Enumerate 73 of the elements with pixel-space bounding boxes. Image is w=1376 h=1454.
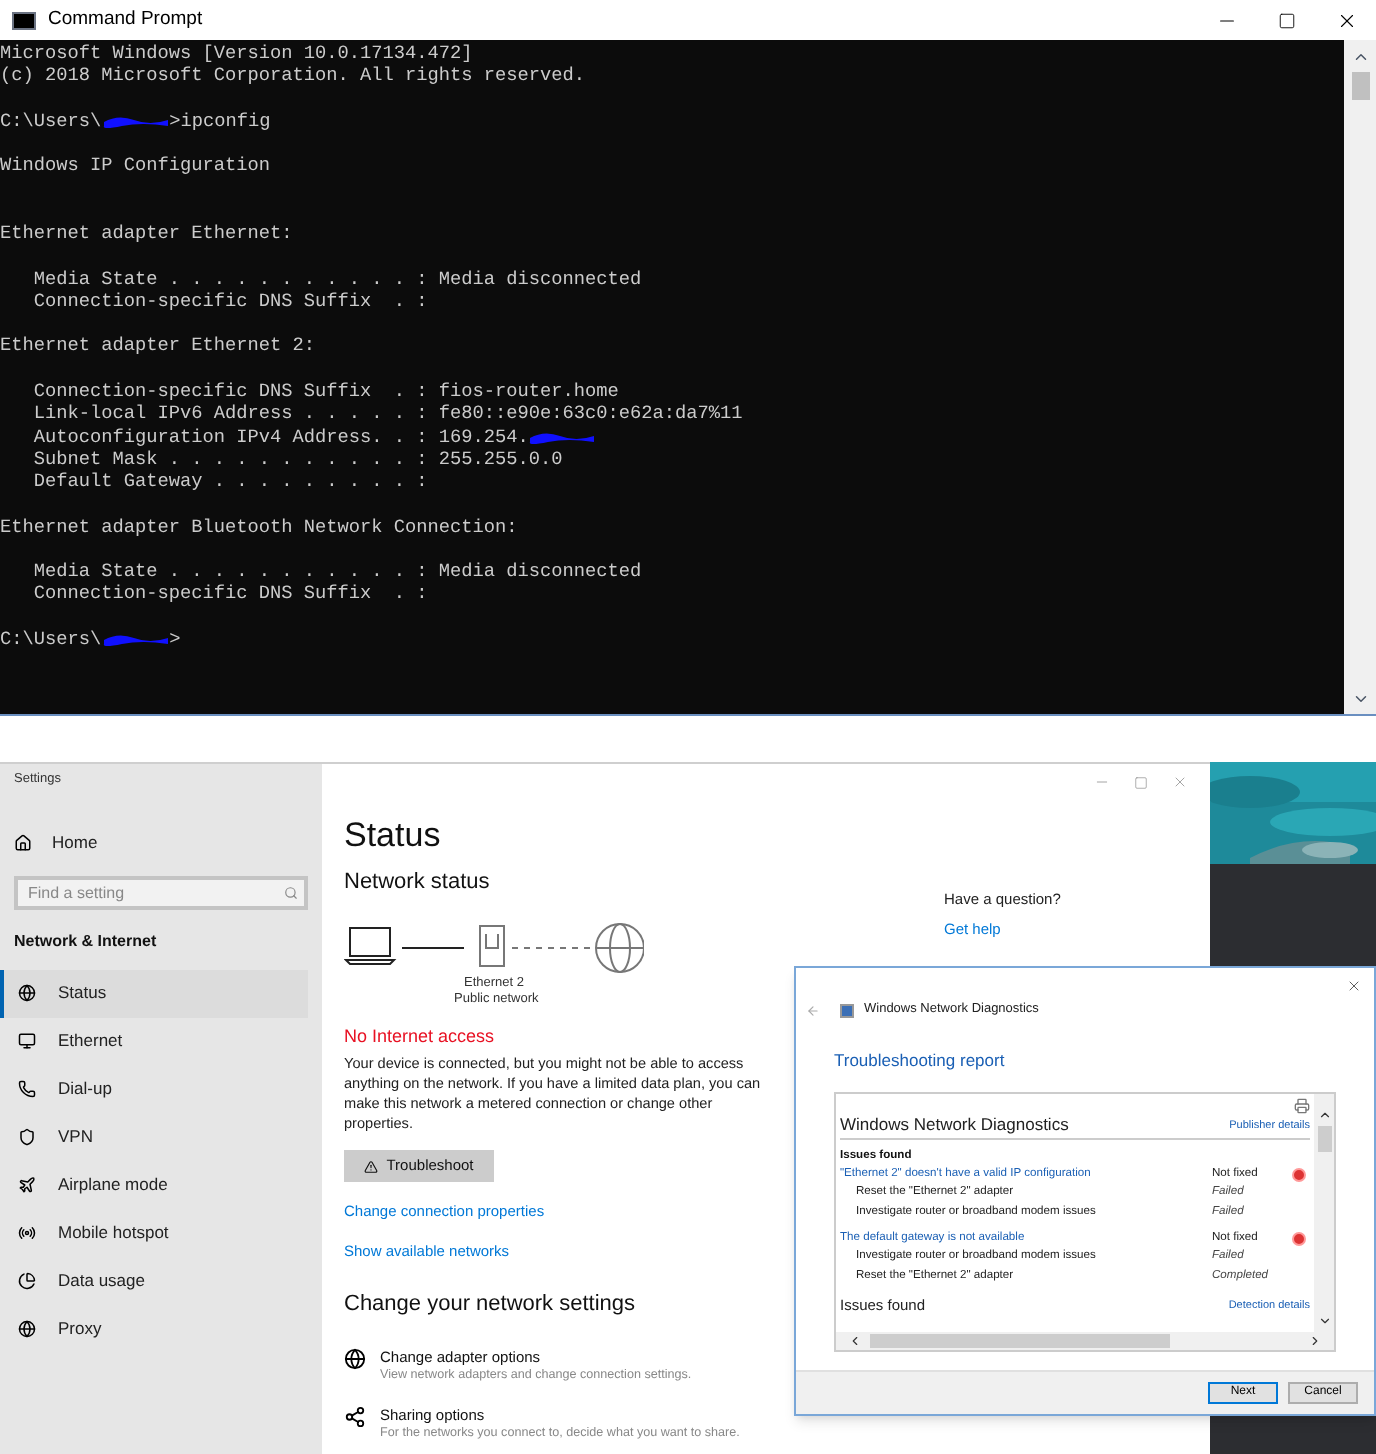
phone-icon: [18, 1080, 36, 1099]
maximize-icon: [1277, 11, 1295, 29]
home-icon: [14, 834, 32, 853]
redaction-mark: [528, 429, 597, 444]
monitor-icon: [18, 1032, 36, 1051]
error-icon: [1292, 1167, 1306, 1182]
console-line: >: [169, 627, 181, 651]
scroll-up-icon[interactable]: [1317, 1107, 1331, 1122]
error-icon: [1292, 1231, 1306, 1246]
redaction-mark: [101, 113, 170, 128]
sidebar-item[interactable]: VPN: [0, 1113, 308, 1162]
redaction-mark: [101, 632, 170, 647]
console-line: Default Gateway . . . . . . . . . :: [31, 470, 430, 493]
console-line: Autoconfiguration IPv4 Address. . : 169.254.: [31, 425, 529, 448]
close-icon: [1335, 9, 1357, 31]
scroll-thumb[interactable]: [870, 1333, 1170, 1348]
globe-icon: [18, 984, 36, 1003]
scroll-left-icon[interactable]: [848, 1333, 862, 1348]
report-heading: Windows Network Diagnostics: [840, 1113, 1069, 1134]
scroll-down-icon[interactable]: [1351, 690, 1369, 708]
sidebar-item[interactable]: Data usage: [0, 1257, 308, 1306]
scroll-up-icon[interactable]: [1351, 48, 1369, 66]
scroll-right-icon[interactable]: [1308, 1333, 1322, 1348]
sidebar-item[interactable]: Mobile hotspot: [0, 1209, 308, 1258]
sidebar-item[interactable]: Dial-up: [0, 1065, 308, 1114]
search-icon: [284, 885, 298, 900]
plane-icon: [18, 1176, 36, 1195]
close-icon: [1346, 977, 1362, 993]
console-line: Ethernet adapter Ethernet 2:: [0, 334, 318, 358]
console-line: Windows IP Configuration: [0, 154, 273, 178]
console-line: Ethernet adapter Bluetooth Network Connection:: [0, 515, 520, 538]
console-line: C:\Users\: [0, 109, 102, 133]
console-line: (c) 2018 Microsoft Corporation. All rights reserved.: [0, 64, 588, 88]
console-line: Connection-specific DNS Suffix . : fios-router.home: [31, 379, 621, 403]
back-icon[interactable]: [806, 1003, 820, 1017]
console-line: C:\Users\: [0, 627, 102, 651]
section-heading: Change your network settings: [344, 1289, 638, 1319]
close-icon: [1172, 774, 1188, 790]
console-line: Ethernet adapter Ethernet:: [0, 222, 295, 245]
sidebar-item[interactable]: Proxy: [0, 1305, 308, 1354]
globe-icon: [18, 1320, 36, 1339]
report-title: Troubleshooting report: [834, 1048, 1007, 1074]
shield-icon: [18, 1128, 36, 1147]
section-heading: Network status: [344, 868, 492, 898]
window-title: Command Prompt: [48, 5, 203, 34]
console-line: Connection-specific DNS Suffix . :: [31, 582, 430, 606]
sidebar-item[interactable]: Airplane mode: [0, 1161, 308, 1210]
console-line: >ipconfig: [169, 109, 271, 133]
warning-icon: [364, 1159, 379, 1173]
sidebar-item[interactable]: Ethernet: [0, 1017, 308, 1066]
console-line: Link-local IPv6 Address . . . . . : fe80::e90e:63c0:e62a:da7%11: [31, 402, 745, 426]
console-icon: [12, 11, 36, 29]
alert-text: No Internet access: [344, 1023, 497, 1049]
antenna-icon: [18, 1224, 36, 1243]
diagnostics-icon: [840, 1003, 854, 1017]
home-item[interactable]: Home: [14, 829, 308, 858]
console-line: Microsoft Windows [Version 10.0.17134.472]: [0, 42, 475, 65]
scroll-thumb[interactable]: [1351, 72, 1369, 100]
sidebar-item[interactable]: Status: [0, 969, 308, 1018]
console-line: Media State . . . . . . . . . . . : Media disconnected: [31, 560, 644, 583]
console-line: Connection-specific DNS Suffix . :: [31, 289, 430, 313]
scroll-down-icon[interactable]: [1317, 1313, 1331, 1328]
section-title: Network & Internet: [14, 929, 159, 954]
pie-chart-icon: [18, 1272, 36, 1291]
page-heading: Status: [344, 816, 443, 856]
maximize-icon: [1134, 775, 1148, 789]
globe-icon: [344, 1348, 366, 1370]
share-icon: [344, 1406, 366, 1428]
search-field[interactable]: Find a setting: [14, 875, 308, 910]
console-line: Subnet Mask . . . . . . . . . . . : 255.255.0.0: [31, 447, 565, 471]
console-line: Media State . . . . . . . . . . . : Media disconnected: [31, 267, 644, 290]
print-icon[interactable]: [1294, 1097, 1310, 1114]
scroll-thumb[interactable]: [1317, 1125, 1331, 1152]
